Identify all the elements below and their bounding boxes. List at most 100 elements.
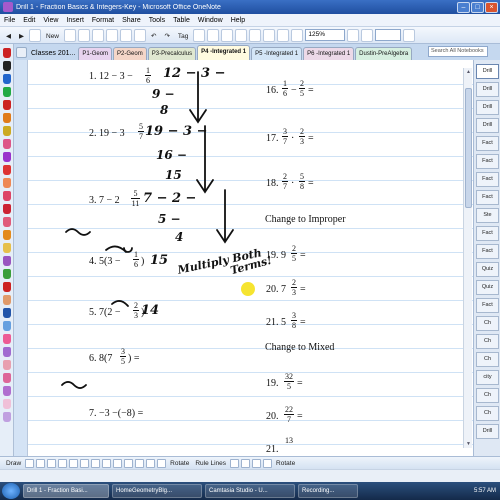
page-tab[interactable]: Drill <box>476 100 499 115</box>
pen-icon[interactable] <box>3 48 11 58</box>
section-tab[interactable]: P6 -Integrated 1 <box>303 47 355 60</box>
menu-insert[interactable]: Insert <box>66 17 84 24</box>
pen-icon[interactable] <box>3 100 11 110</box>
select-arrow-icon[interactable] <box>25 458 35 468</box>
rule-lines-button[interactable]: Rule Lines <box>193 460 228 467</box>
page-tab[interactable]: Fact <box>476 136 499 151</box>
page-tab[interactable]: Drill <box>476 82 499 97</box>
page-tab[interactable]: Fact <box>476 244 499 259</box>
new-page-button[interactable]: New <box>43 29 62 42</box>
page-tab[interactable]: Ch <box>476 388 499 403</box>
page-tab[interactable]: city <box>476 370 499 385</box>
eraser-icon[interactable] <box>58 458 68 468</box>
pen-icon[interactable] <box>3 347 11 357</box>
menu-file[interactable]: File <box>4 17 15 24</box>
pen-icon[interactable] <box>3 178 11 188</box>
rectangle-shape-icon[interactable] <box>102 458 112 468</box>
section-tab[interactable]: P3-Precalculus <box>147 47 197 60</box>
page-view-icon[interactable] <box>361 28 374 42</box>
search-input[interactable]: Search All Notebooks <box>428 46 488 57</box>
triangle-shape-icon[interactable] <box>124 458 134 468</box>
ink-to-text-icon[interactable] <box>252 458 262 468</box>
section-tab[interactable]: P2-Geom <box>113 47 147 60</box>
pen-icon[interactable] <box>3 113 11 123</box>
menu-help[interactable]: Help <box>231 17 245 24</box>
back-icon[interactable]: ◀ <box>3 29 14 42</box>
tag-button[interactable]: Tag <box>175 29 191 42</box>
print-icon[interactable] <box>78 28 91 42</box>
menu-format[interactable]: Format <box>92 17 114 24</box>
page-tab[interactable]: Fact <box>476 298 499 313</box>
zoom-dropdown[interactable]: 125% <box>305 29 346 41</box>
scroll-down-icon[interactable]: ▼ <box>464 440 473 448</box>
color-picker-icon[interactable] <box>230 458 240 468</box>
pen-tool-icon[interactable] <box>263 28 276 42</box>
page-tab[interactable]: Fact <box>476 172 499 187</box>
pen-icon[interactable] <box>3 87 11 97</box>
rotate-button[interactable]: Rotate <box>168 460 191 467</box>
style-dropdown[interactable] <box>375 29 402 41</box>
page-tab[interactable]: Ch <box>476 352 499 367</box>
pen-icon[interactable] <box>3 139 11 149</box>
toolbar-options-icon[interactable] <box>403 28 416 42</box>
section-tab-active[interactable]: P4 -Integrated 1 <box>197 45 251 60</box>
panning-hand-icon[interactable] <box>263 458 273 468</box>
notebook-navigation-icon[interactable] <box>16 47 27 58</box>
menu-view[interactable]: View <box>43 17 58 24</box>
page-tab[interactable]: Quiz <box>476 280 499 295</box>
parallelogram-shape-icon[interactable] <box>135 458 145 468</box>
axes-shape-icon[interactable] <box>157 458 167 468</box>
paste-icon[interactable] <box>120 28 133 42</box>
pen-icon[interactable] <box>3 126 11 136</box>
arrow-shape-icon[interactable] <box>91 458 101 468</box>
redo-icon[interactable]: ↷ <box>161 29 172 42</box>
draw-menu[interactable]: Draw <box>4 460 23 467</box>
lasso-icon[interactable] <box>69 458 79 468</box>
scroll-thumb[interactable] <box>465 88 472 208</box>
close-button[interactable]: × <box>485 1 498 13</box>
vertical-scrollbar[interactable]: ▲ ▼ <box>463 68 472 448</box>
full-page-view-icon[interactable] <box>347 28 360 42</box>
save-icon[interactable] <box>64 28 77 42</box>
calendar-icon[interactable] <box>207 28 220 42</box>
pen-icon[interactable] <box>3 360 11 370</box>
page-tab[interactable]: Ch <box>476 316 499 331</box>
pen-icon[interactable] <box>3 191 11 201</box>
page-tab[interactable]: Ch <box>476 406 499 421</box>
page-tab[interactable]: Drill <box>476 64 499 79</box>
maximize-button[interactable]: □ <box>471 1 484 13</box>
format-painter-icon[interactable] <box>134 28 147 42</box>
copy-icon[interactable] <box>106 28 119 42</box>
menu-edit[interactable]: Edit <box>23 17 35 24</box>
menu-table[interactable]: Table <box>173 17 190 24</box>
notebook-name[interactable]: Classes 201... <box>29 50 78 60</box>
notebook-icon[interactable] <box>29 28 41 42</box>
page-tab[interactable]: Ch <box>476 334 499 349</box>
cut-icon[interactable] <box>92 28 105 42</box>
taskbar-item[interactable]: Drill 1 - Fraction Basi... <box>23 484 109 498</box>
pen-icon[interactable] <box>3 152 11 162</box>
section-tab[interactable]: P5 -Integrated 1 <box>251 47 303 60</box>
menu-share[interactable]: Share <box>122 17 141 24</box>
page-tab[interactable]: Drill <box>476 424 499 439</box>
page-tab[interactable]: Drill <box>476 118 499 133</box>
pen-icon[interactable] <box>3 165 11 175</box>
pen-icon[interactable] <box>3 412 11 422</box>
forward-icon[interactable]: ▶ <box>16 29 27 42</box>
taskbar-item[interactable]: HomeGeometryBlg... <box>112 484 202 498</box>
outlook-task-icon[interactable] <box>221 28 234 42</box>
page-tab[interactable]: Ste <box>476 208 499 223</box>
page-tab[interactable]: Fact <box>476 154 499 169</box>
pen-icon[interactable] <box>36 458 46 468</box>
onenote-app-icon[interactable] <box>3 2 13 12</box>
pen-icon[interactable] <box>3 295 11 305</box>
diamond-shape-icon[interactable] <box>146 458 156 468</box>
menu-window[interactable]: Window <box>198 17 223 24</box>
pen-icon[interactable] <box>3 399 11 409</box>
pen-icon[interactable] <box>3 321 11 331</box>
pen-icon[interactable] <box>3 282 11 292</box>
pen-icon[interactable] <box>3 269 11 279</box>
taskbar-item[interactable]: Camtasia Studio - U... <box>205 484 295 498</box>
pen-icon[interactable] <box>3 230 11 240</box>
undo-icon[interactable]: ↶ <box>148 29 159 42</box>
